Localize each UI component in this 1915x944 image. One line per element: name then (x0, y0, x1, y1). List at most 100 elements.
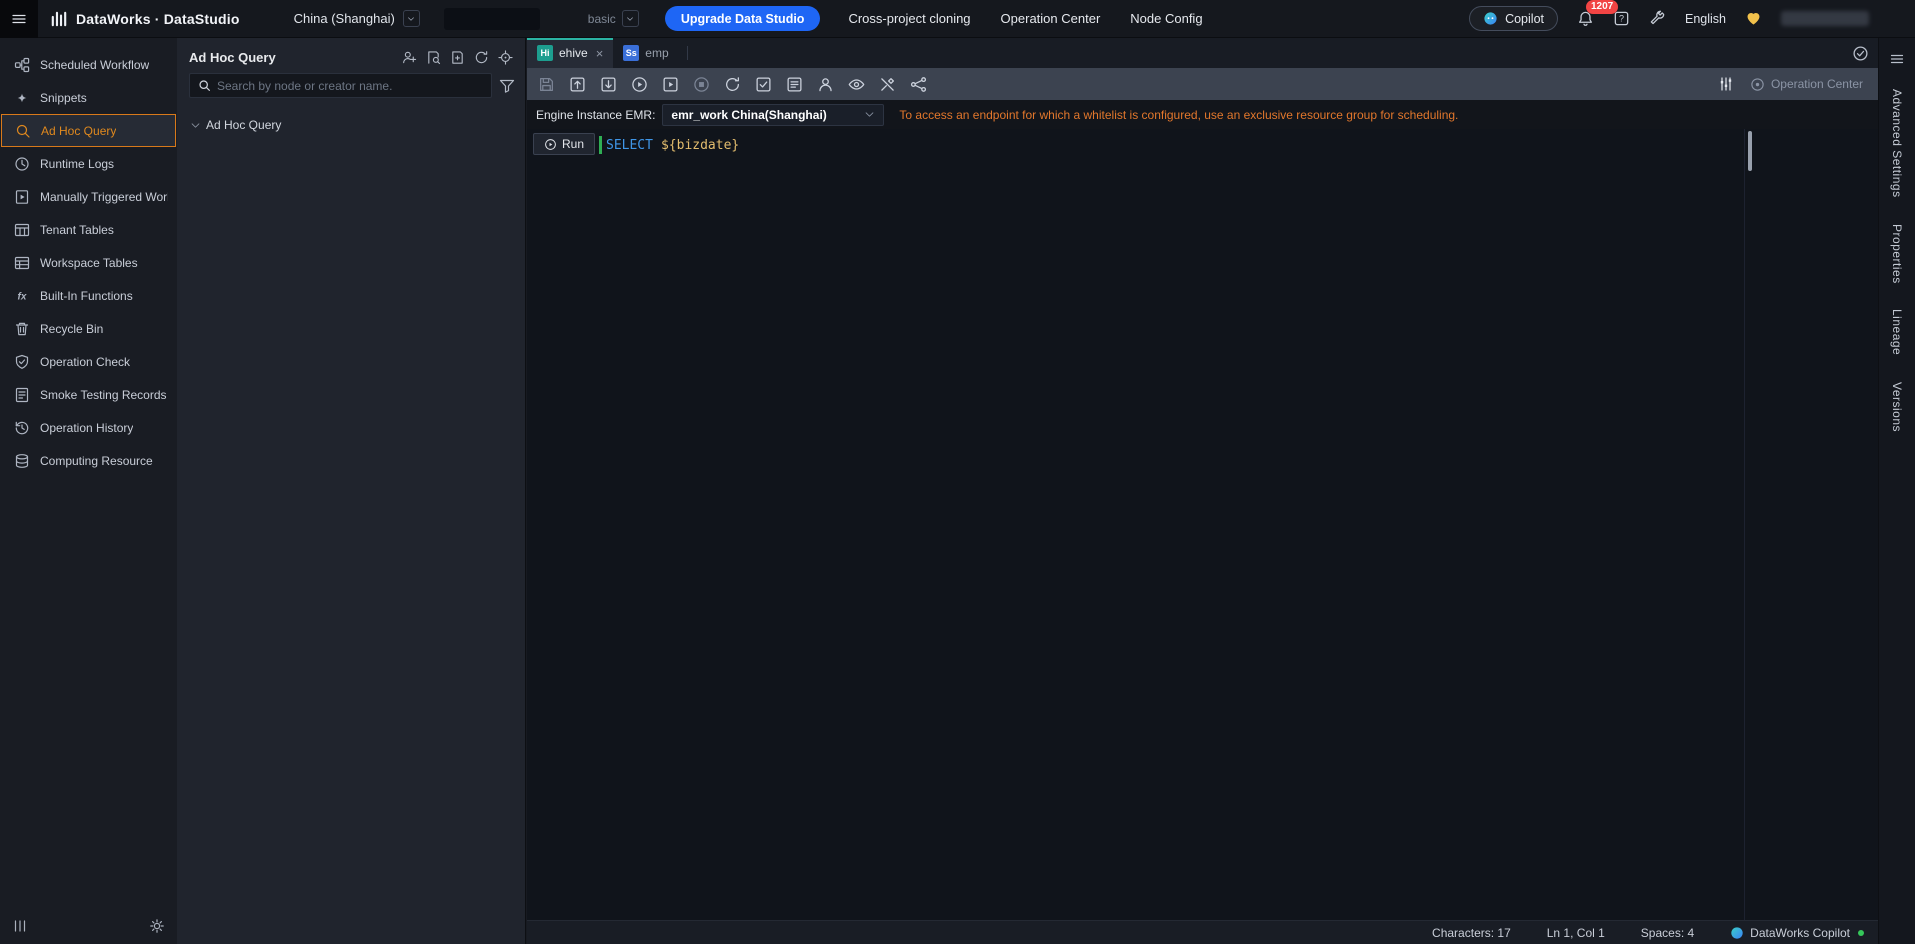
sql-editor[interactable]: Run SELECT ${bizdate} (527, 129, 1878, 920)
sql-variable: ${bizdate} (661, 138, 739, 153)
database-icon (14, 453, 30, 469)
upgrade-data-studio-button[interactable]: Upgrade Data Studio (665, 6, 821, 31)
sidebar-item-label: Snippets (40, 91, 87, 105)
copilot-status[interactable]: DataWorks Copilot (1730, 926, 1864, 940)
chevron-down-icon (403, 10, 420, 27)
panel-menu-icon[interactable] (1889, 51, 1905, 67)
settings-sliders-icon[interactable] (1718, 76, 1734, 92)
region-select[interactable]: China (Shanghai) (294, 10, 420, 27)
clock-icon (14, 156, 30, 172)
refresh-icon[interactable] (474, 50, 489, 65)
language-select[interactable]: English (1685, 12, 1726, 26)
sidebar-item-runtime-logs[interactable]: Runtime Logs (0, 147, 177, 180)
sidebar-item-label: Manually Triggered Workfl... (40, 190, 168, 204)
editor-scrollbar-thumb[interactable] (1748, 131, 1752, 171)
workspace-tables-icon (14, 255, 30, 271)
sidebar-item-scheduled-workflow[interactable]: Scheduled Workflow (0, 48, 177, 81)
stop-icon[interactable] (693, 76, 710, 93)
run-with-parameters-icon[interactable] (662, 76, 679, 93)
wrench-icon (1649, 10, 1666, 27)
sidebar-item-built-in-functions[interactable]: fx Built-In Functions (0, 279, 177, 312)
tab-ehive[interactable]: Hi ehive × (527, 38, 613, 68)
sidebar-item-manually-triggered-workflows[interactable]: Manually Triggered Workfl... (0, 180, 177, 213)
deploy-icon[interactable] (600, 76, 617, 93)
dataworks-datastudio-app: DataWorks · DataStudio China (Shanghai) … (0, 0, 1915, 944)
tab-properties[interactable]: Properties (1890, 224, 1904, 284)
sidebar-item-label: Recycle Bin (40, 322, 103, 336)
submit-icon[interactable] (569, 76, 586, 93)
sidebar-item-tenant-tables[interactable]: Tenant Tables (0, 213, 177, 246)
filter-icon[interactable] (499, 78, 515, 94)
sidebar-item-operation-check[interactable]: Operation Check (0, 345, 177, 378)
tenant-tables-icon (14, 222, 30, 238)
sidebar-item-label: Built-In Functions (40, 289, 133, 303)
panel-header-actions (402, 50, 513, 65)
lineage-graph-icon[interactable] (910, 76, 927, 93)
close-icon[interactable]: × (596, 46, 604, 61)
new-node-icon[interactable] (450, 50, 465, 65)
main-menu-button[interactable] (0, 0, 38, 38)
tools-button[interactable] (1649, 10, 1666, 27)
run-button[interactable]: Run (533, 133, 595, 155)
play-circle-icon (544, 138, 557, 151)
node-search-box[interactable] (189, 73, 492, 98)
tab-lineage[interactable]: Lineage (1890, 309, 1904, 355)
sidebar-item-ad-hoc-query[interactable]: Ad Hoc Query (1, 114, 176, 147)
preview-eye-icon[interactable] (848, 76, 865, 93)
locate-icon[interactable] (498, 50, 513, 65)
trash-icon (14, 321, 30, 337)
environment-select[interactable]: basic (588, 10, 639, 27)
tab-emp[interactable]: Ss emp (613, 38, 678, 68)
snippets-icon (14, 90, 30, 106)
sql-keyword: SELECT (606, 138, 653, 153)
save-icon[interactable] (538, 76, 555, 93)
collapse-panels-icon[interactable] (12, 918, 28, 934)
sidebar-item-label: Computing Resource (40, 454, 153, 468)
adhoc-query-panel: Ad Hoc Query Ad Hoc Query (177, 38, 526, 944)
indentation-setting[interactable]: Spaces: 4 (1641, 926, 1694, 940)
operation-center-button[interactable]: Operation Center (1750, 77, 1863, 92)
help-button[interactable]: ? (1613, 10, 1630, 27)
runtime-log-icon[interactable] (786, 76, 803, 93)
sidebar-item-workspace-tables[interactable]: Workspace Tables (0, 246, 177, 279)
copilot-icon (1483, 11, 1498, 26)
format-sql-icon[interactable] (879, 76, 896, 93)
main-area: Hi ehive × Ss emp (527, 38, 1878, 944)
sidebar-item-label: Workspace Tables (40, 256, 138, 270)
sidebar-item-computing-resource[interactable]: Computing Resource (0, 444, 177, 477)
sidebar-bottom-bar (0, 908, 177, 944)
right-panel-strip: Advanced Settings Properties Lineage Ver… (1878, 38, 1915, 944)
tree-node-adhoc-query[interactable]: Ad Hoc Query (190, 118, 525, 132)
online-dot (1858, 930, 1864, 936)
sidebar-item-operation-history[interactable]: Operation History (0, 411, 177, 444)
editor-caret (599, 136, 602, 154)
notifications-button[interactable]: 1207 (1577, 10, 1594, 27)
scheduled-workflow-icon (14, 57, 30, 73)
run-icon[interactable] (631, 76, 648, 93)
redacted-username (1781, 11, 1869, 26)
owner-icon[interactable] (817, 76, 834, 93)
environment-label: basic (588, 12, 616, 26)
redacted-project-name (444, 8, 540, 30)
check-circle-icon[interactable] (1852, 45, 1869, 62)
search-input[interactable] (217, 79, 483, 93)
sidebar-item-smoke-testing-records[interactable]: Smoke Testing Records (0, 378, 177, 411)
cursor-position[interactable]: Ln 1, Col 1 (1547, 926, 1605, 940)
membership-badge-button[interactable] (1745, 10, 1762, 27)
settings-gear-icon[interactable] (149, 918, 165, 934)
menu-operation-center[interactable]: Operation Center (1001, 11, 1101, 26)
copilot-button[interactable]: Copilot (1469, 6, 1558, 31)
assign-person-icon[interactable] (402, 50, 417, 65)
precheck-icon[interactable] (755, 76, 772, 93)
tab-advanced-settings[interactable]: Advanced Settings (1890, 89, 1904, 198)
menu-cross-project-cloning[interactable]: Cross-project cloning (848, 11, 970, 26)
engine-instance-select[interactable]: emr_work China(Shanghai) (662, 104, 884, 126)
sidebar-item-recycle-bin[interactable]: Recycle Bin (0, 312, 177, 345)
reload-icon[interactable] (724, 76, 741, 93)
fx-icon: fx (14, 288, 30, 304)
menu-node-config[interactable]: Node Config (1130, 11, 1202, 26)
tab-versions[interactable]: Versions (1890, 382, 1904, 432)
engine-selected-value: emr_work China(Shanghai) (671, 108, 826, 122)
search-document-icon[interactable] (426, 50, 441, 65)
sidebar-item-snippets[interactable]: Snippets (0, 81, 177, 114)
